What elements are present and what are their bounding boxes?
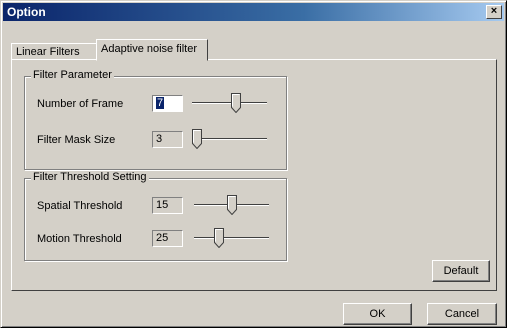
ok-button[interactable]: OK (343, 303, 412, 325)
spatial-threshold-field[interactable]: 15 (152, 197, 183, 214)
filter-mask-size-slider[interactable] (192, 127, 267, 151)
motion-threshold-slider[interactable] (194, 226, 269, 250)
slider-track (194, 237, 269, 239)
slider-track (192, 138, 267, 140)
cancel-button[interactable]: Cancel (427, 303, 497, 325)
slider-thumb-icon[interactable] (192, 129, 202, 149)
close-icon[interactable]: × (486, 5, 502, 19)
spatial-threshold-slider[interactable] (194, 193, 269, 217)
filter-parameter-title: Filter Parameter (31, 69, 114, 81)
filter-threshold-title: Filter Threshold Setting (31, 171, 149, 183)
option-dialog: Option × Linear Filters Adaptive noise f… (0, 0, 507, 328)
number-of-frame-slider[interactable] (192, 91, 267, 115)
slider-track (192, 102, 267, 104)
number-of-frame-field[interactable]: 7 (152, 95, 183, 112)
motion-threshold-field[interactable]: 25 (152, 230, 183, 247)
slider-thumb-icon[interactable] (214, 228, 224, 248)
spatial-threshold-label: Spatial Threshold (37, 200, 123, 212)
filter-mask-size-label: Filter Mask Size (37, 134, 116, 146)
spatial-threshold-value: 15 (156, 199, 169, 211)
slider-thumb-icon[interactable] (231, 93, 241, 113)
filter-parameter-group: Filter Parameter Number of Frame 7 Filte… (24, 69, 287, 170)
filter-mask-size-field[interactable]: 3 (152, 131, 183, 148)
tab-panel: Filter Parameter Number of Frame 7 Filte… (11, 59, 497, 291)
tab-adaptive-noise-filter[interactable]: Adaptive noise filter (96, 39, 208, 61)
filter-mask-size-value: 3 (156, 133, 163, 145)
default-button[interactable]: Default (432, 260, 490, 282)
number-of-frame-label: Number of Frame (37, 98, 124, 110)
number-of-frame-value: 7 (156, 97, 165, 109)
motion-threshold-value: 25 (156, 232, 169, 244)
filter-threshold-group: Filter Threshold Setting Spatial Thresho… (24, 171, 287, 261)
slider-thumb-icon[interactable] (227, 195, 237, 215)
title-bar[interactable]: Option × (3, 3, 504, 21)
motion-threshold-label: Motion Threshold (37, 233, 122, 245)
window-title: Option (7, 5, 46, 19)
